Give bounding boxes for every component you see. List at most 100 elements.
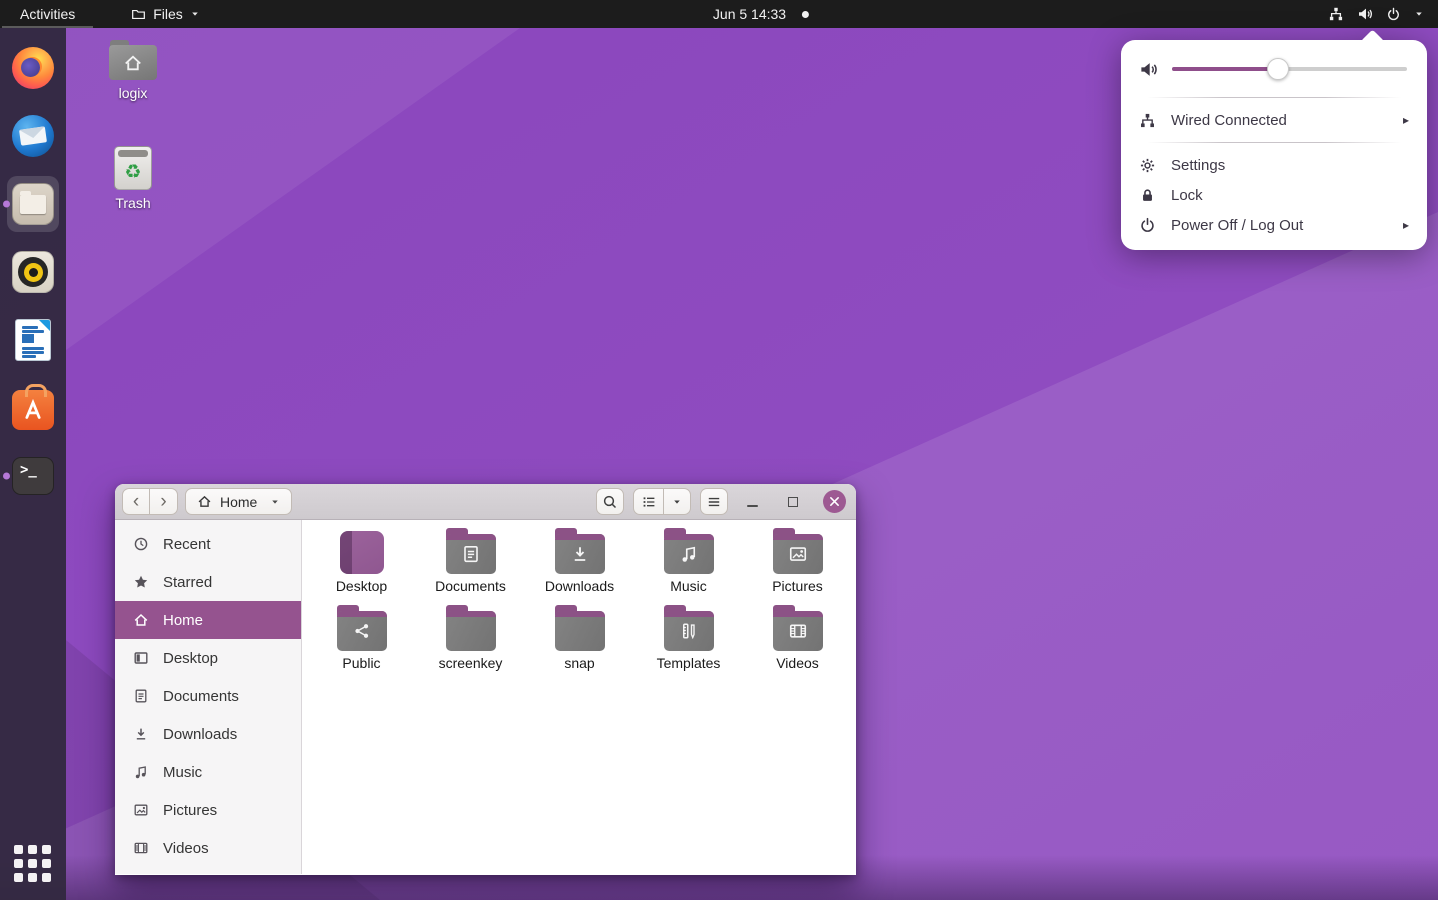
list-view-icon bbox=[641, 494, 657, 510]
sidebar-item-recent[interactable]: Recent bbox=[115, 525, 301, 563]
submenu-arrow-icon: ▸ bbox=[1403, 218, 1409, 232]
activities-button[interactable]: Activities bbox=[2, 0, 93, 28]
network-wired-icon bbox=[1328, 6, 1344, 22]
folder-item-snap[interactable]: snap bbox=[525, 604, 634, 679]
clock-button[interactable]: Jun 5 14:33 bbox=[713, 0, 809, 28]
maximize-button[interactable] bbox=[782, 491, 804, 513]
list-view-button[interactable] bbox=[633, 488, 664, 515]
home-icon bbox=[197, 494, 212, 509]
firefox-icon bbox=[12, 47, 54, 89]
power-icon bbox=[1139, 217, 1156, 234]
home-icon bbox=[133, 612, 149, 628]
gear-icon bbox=[1139, 157, 1156, 174]
menu-item-label: Lock bbox=[1171, 187, 1203, 204]
clock-label: Jun 5 14:33 bbox=[713, 6, 786, 22]
chevron-down-icon bbox=[1414, 9, 1424, 19]
view-options-button[interactable] bbox=[664, 488, 691, 515]
folder-item-music[interactable]: Music bbox=[634, 527, 743, 602]
folder-item-screenkey[interactable]: screenkey bbox=[416, 604, 525, 679]
window-body: Recent Starred Home Desktop Documents Do… bbox=[115, 520, 856, 874]
folder-item-desktop[interactable]: Desktop bbox=[307, 527, 416, 602]
menu-item-lock[interactable]: Lock bbox=[1121, 180, 1427, 210]
folder-label: screenkey bbox=[439, 655, 503, 671]
app-menu-files[interactable]: Files bbox=[121, 0, 210, 28]
terminal-icon: >_ bbox=[12, 457, 54, 495]
menu-button[interactable] bbox=[700, 488, 728, 515]
folder-item-videos[interactable]: Videos bbox=[743, 604, 852, 679]
search-icon bbox=[602, 494, 618, 510]
header-right-controls bbox=[596, 488, 849, 515]
folder-icon bbox=[442, 604, 500, 651]
sidebar-item-videos[interactable]: Videos bbox=[115, 829, 301, 867]
search-button[interactable] bbox=[596, 488, 624, 515]
dock-item-files[interactable] bbox=[0, 170, 66, 238]
folder-item-templates[interactable]: Templates bbox=[634, 604, 743, 679]
folder-icon bbox=[131, 7, 146, 22]
sidebar-item-pictures[interactable]: Pictures bbox=[115, 791, 301, 829]
recycle-glyph: ♻ bbox=[124, 163, 141, 182]
ubuntu-software-icon bbox=[12, 390, 54, 430]
folder-item-documents[interactable]: Documents bbox=[416, 527, 525, 602]
maximize-icon bbox=[788, 497, 798, 507]
lock-icon bbox=[1139, 187, 1156, 204]
minimize-button[interactable] bbox=[741, 491, 763, 513]
dock-item-firefox[interactable] bbox=[0, 34, 66, 102]
volume-slider[interactable] bbox=[1172, 58, 1407, 80]
desktop-icon-logix[interactable]: logix bbox=[100, 40, 166, 101]
dock-item-libreoffice-writer[interactable] bbox=[0, 306, 66, 374]
back-icon: ‹ bbox=[133, 491, 139, 513]
menu-item-label: Wired Connected bbox=[1171, 112, 1287, 129]
back-button[interactable]: ‹ bbox=[122, 488, 150, 515]
dock-item-terminal[interactable]: >_ bbox=[0, 442, 66, 510]
view-toggle bbox=[633, 488, 691, 515]
folder-icon bbox=[769, 604, 827, 651]
libreoffice-writer-icon bbox=[15, 319, 51, 361]
folder-label: Videos bbox=[776, 655, 819, 671]
sidebar-item-label: Downloads bbox=[163, 726, 237, 743]
download-emblem-icon bbox=[570, 544, 590, 564]
files-window: ‹ › Home bbox=[115, 484, 856, 875]
sidebar-item-documents[interactable]: Documents bbox=[115, 677, 301, 715]
desktop-icon-trash[interactable]: ♻ Trash bbox=[100, 146, 166, 211]
sidebar-item-starred[interactable]: Starred bbox=[115, 563, 301, 601]
dock-item-ubuntu-software[interactable] bbox=[0, 374, 66, 442]
sidebar-item-music[interactable]: Music bbox=[115, 753, 301, 791]
dock-item-rhythmbox[interactable] bbox=[0, 238, 66, 306]
desktop-icon-label: Trash bbox=[100, 195, 166, 211]
submenu-arrow-icon: ▸ bbox=[1403, 113, 1409, 127]
menu-separator bbox=[1147, 97, 1401, 98]
sidebar-item-downloads[interactable]: Downloads bbox=[115, 715, 301, 753]
forward-button[interactable]: › bbox=[150, 488, 178, 515]
folder-item-downloads[interactable]: Downloads bbox=[525, 527, 634, 602]
files-icon bbox=[12, 183, 54, 225]
close-button[interactable] bbox=[823, 490, 846, 513]
sidebar-item-desktop[interactable]: Desktop bbox=[115, 639, 301, 677]
dock-item-thunderbird[interactable] bbox=[0, 102, 66, 170]
minimize-icon bbox=[747, 505, 758, 507]
system-tray[interactable] bbox=[1322, 0, 1430, 28]
show-applications-icon bbox=[14, 845, 52, 883]
sidebar-item-label: Starred bbox=[163, 574, 212, 591]
folder-item-public[interactable]: Public bbox=[307, 604, 416, 679]
sidebar-item-home[interactable]: Home bbox=[115, 601, 301, 639]
top-bar: Activities Files Jun 5 14:33 bbox=[0, 0, 1438, 28]
folder-item-pictures[interactable]: Pictures bbox=[743, 527, 852, 602]
chevron-down-icon bbox=[190, 9, 200, 19]
header-bar: ‹ › Home bbox=[115, 484, 856, 520]
menu-item-power-off-log-out[interactable]: Power Off / Log Out ▸ bbox=[1121, 210, 1427, 240]
folder-label: Public bbox=[342, 655, 380, 671]
sidebar-item-label: Pictures bbox=[163, 802, 217, 819]
menu-item-settings[interactable]: Settings bbox=[1121, 150, 1427, 180]
volume-handle[interactable] bbox=[1267, 58, 1289, 80]
music-icon bbox=[133, 764, 149, 780]
notification-dot bbox=[802, 11, 809, 18]
path-bar-button[interactable]: Home bbox=[185, 488, 292, 515]
sidebar-item-label: Home bbox=[163, 612, 203, 629]
dock: >_ bbox=[0, 28, 66, 900]
sidebar-item-label: Documents bbox=[163, 688, 239, 705]
share-emblem-icon bbox=[352, 621, 372, 641]
show-applications-button[interactable] bbox=[0, 830, 66, 898]
folder-label: Downloads bbox=[545, 578, 614, 594]
menu-item-wired-connected[interactable]: Wired Connected ▸ bbox=[1121, 105, 1427, 135]
window-controls bbox=[741, 490, 846, 513]
